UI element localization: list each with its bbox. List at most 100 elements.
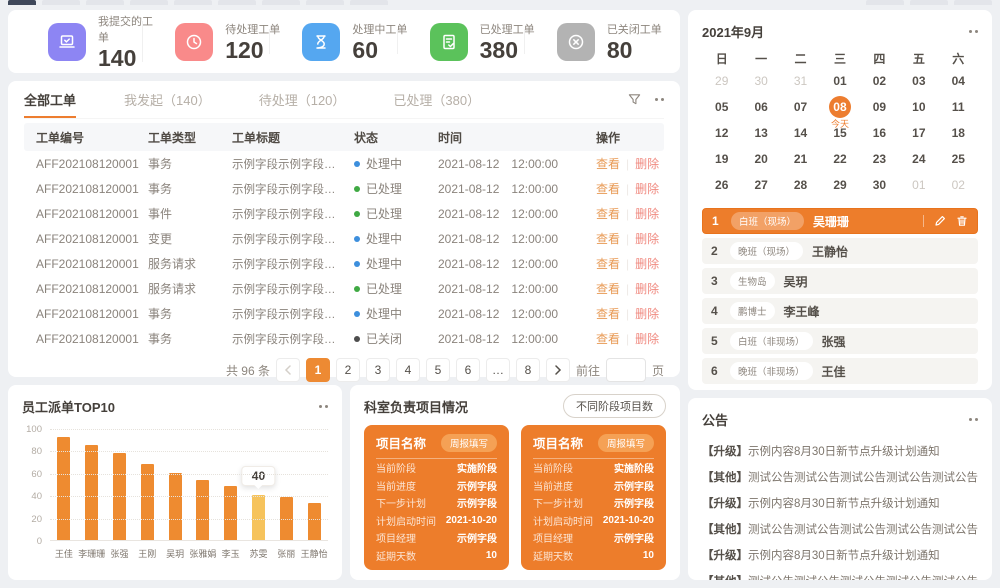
bar[interactable] (161, 429, 189, 540)
view-link[interactable]: 查看 (596, 205, 620, 222)
calendar-day[interactable]: 21 今天 (781, 146, 820, 172)
goto-page-input[interactable] (606, 358, 646, 382)
calendar-day[interactable]: 30 今天 (741, 68, 780, 94)
calendar-day[interactable]: 30 今天 (860, 172, 899, 198)
page-button[interactable]: 5 (426, 358, 450, 382)
calendar-day[interactable]: 18 今天 (939, 120, 978, 146)
announcement-item[interactable]: 【其他】 测试公告测试公告测试公告测试公告测试公告 (702, 464, 978, 490)
calendar-day[interactable]: 31 今天 (781, 68, 820, 94)
announcement-item[interactable]: 【升级】 示例内容8月30日新节点升级计划通知 (702, 542, 978, 568)
view-link[interactable]: 查看 (596, 155, 620, 172)
project-card[interactable]: 项目名称 周报填写 当前阶段 实施阶段 当前进度 (521, 425, 666, 570)
bar[interactable] (50, 429, 78, 540)
calendar-day[interactable]: 15 今天 (820, 120, 859, 146)
table-row[interactable]: AFF202108120001 服务请求 示例字段示例字段示例字段示例字段示例字… (24, 251, 664, 276)
view-link[interactable]: 查看 (596, 305, 620, 322)
calendar-day[interactable]: 10 今天 (899, 94, 938, 120)
edit-icon[interactable] (934, 215, 946, 227)
page-button[interactable]: … (486, 358, 510, 382)
shift-item[interactable]: 4 鹏博士 李王峰 (702, 298, 978, 324)
calendar-day[interactable]: 29 今天 (820, 172, 859, 198)
calendar-day[interactable]: 06 今天 (741, 94, 780, 120)
delete-link[interactable]: 删除 (635, 255, 659, 272)
view-link[interactable]: 查看 (596, 230, 620, 247)
table-row[interactable]: AFF202108120001 事务 示例字段示例字段示例字段示例字段示例字段 … (24, 301, 664, 326)
calendar-day[interactable]: 04 今天 (939, 68, 978, 94)
top-tab-stub[interactable] (174, 0, 212, 5)
table-row[interactable]: AFF202108120001 服务请求 示例字段示例字段示例字段示例字段示例字… (24, 276, 664, 301)
table-row[interactable]: AFF202108120001 变更 示例字段示例字段示例字段示例字段示例字段 … (24, 226, 664, 251)
top-tab-stub[interactable] (8, 0, 36, 5)
calendar-day[interactable]: 01 今天 (899, 172, 938, 198)
calendar-day[interactable]: 27 今天 (741, 172, 780, 198)
bar[interactable]: 40 (245, 429, 273, 540)
delete-link[interactable]: 删除 (635, 180, 659, 197)
view-link[interactable]: 查看 (596, 330, 620, 347)
calendar-day[interactable]: 02 今天 (860, 68, 899, 94)
calendar-day[interactable]: 22 今天 (820, 146, 859, 172)
calendar-day[interactable]: 26 今天 (702, 172, 741, 198)
calendar-day[interactable]: 08 今天 (820, 94, 859, 120)
project-card[interactable]: 项目名称 周报填写 当前阶段 实施阶段 当前进度 (364, 425, 509, 570)
page-button[interactable]: 8 (516, 358, 540, 382)
prev-page-button[interactable] (276, 358, 300, 382)
worklist-tab[interactable]: 全部工单 (24, 83, 76, 118)
top-tab-stub[interactable] (866, 0, 904, 5)
next-page-button[interactable] (546, 358, 570, 382)
view-link[interactable]: 查看 (596, 180, 620, 197)
calendar-day[interactable]: 17 今天 (899, 120, 938, 146)
more-icon[interactable] (655, 98, 664, 101)
announcement-item[interactable]: 【其他】 测试公告测试公告测试公告测试公告测试公告 (702, 516, 978, 542)
calendar-day[interactable]: 16 今天 (860, 120, 899, 146)
top-tab-stub[interactable] (262, 0, 300, 5)
bar[interactable] (106, 429, 134, 540)
calendar-day[interactable]: 29 今天 (702, 68, 741, 94)
more-icon[interactable] (969, 418, 978, 421)
calendar-day[interactable]: 11 今天 (939, 94, 978, 120)
calendar-day[interactable]: 20 今天 (741, 146, 780, 172)
page-button[interactable]: 4 (396, 358, 420, 382)
more-icon[interactable] (319, 405, 328, 408)
view-link[interactable]: 查看 (596, 280, 620, 297)
calendar-day[interactable]: 23 今天 (860, 146, 899, 172)
shift-item[interactable]: 5 白班（非现场） 张强 (702, 328, 978, 354)
shift-item[interactable]: 6 晚班（非现场） 王佳 (702, 358, 978, 384)
worklist-tab[interactable]: 待处理（120） (259, 83, 346, 118)
calendar-day[interactable]: 05 今天 (702, 94, 741, 120)
page-button[interactable]: 1 (306, 358, 330, 382)
table-row[interactable]: AFF202108120001 事务 示例字段示例字段示例字段示例字段示例字段 … (24, 151, 664, 176)
calendar-day[interactable]: 07 今天 (781, 94, 820, 120)
top-tab-stub[interactable] (306, 0, 344, 5)
calendar-day[interactable]: 13 今天 (741, 120, 780, 146)
bar[interactable] (133, 429, 161, 540)
filter-icon[interactable] (628, 93, 641, 106)
view-link[interactable]: 查看 (596, 255, 620, 272)
weekly-report-badge[interactable]: 周报填写 (441, 434, 497, 452)
stage-count-button[interactable]: 不同阶段项目数 (563, 394, 666, 418)
top-tab-stub[interactable] (954, 0, 992, 5)
top-tab-stub[interactable] (86, 0, 124, 5)
delete-link[interactable]: 删除 (635, 155, 659, 172)
calendar-day[interactable]: 12 今天 (702, 120, 741, 146)
top-tab-stub[interactable] (42, 0, 80, 5)
shift-item[interactable]: 3 生物岛 吴玥 (702, 268, 978, 294)
more-icon[interactable] (969, 30, 978, 33)
calendar-day[interactable]: 24 今天 (899, 146, 938, 172)
page-button[interactable]: 2 (336, 358, 360, 382)
top-tab-stub[interactable] (350, 0, 388, 5)
bar[interactable] (272, 429, 300, 540)
bar[interactable] (217, 429, 245, 540)
page-button[interactable]: 3 (366, 358, 390, 382)
page-button[interactable]: 6 (456, 358, 480, 382)
worklist-tab[interactable]: 我发起（140） (124, 83, 211, 118)
delete-link[interactable]: 删除 (635, 230, 659, 247)
bar[interactable] (78, 429, 106, 540)
bar[interactable] (300, 429, 328, 540)
weekly-report-badge[interactable]: 周报填写 (598, 434, 654, 452)
calendar-day[interactable]: 02 今天 (939, 172, 978, 198)
top-tab-stub[interactable] (910, 0, 948, 5)
shift-item[interactable]: 2 晚班（现场） 王静怡 (702, 238, 978, 264)
shift-item[interactable]: 1 白班（现场） 吴珊珊 (702, 208, 978, 234)
calendar-day[interactable]: 14 今天 (781, 120, 820, 146)
announcement-item[interactable]: 【其他】 测试公告测试公告测试公告测试公告测试公告 (702, 568, 978, 580)
